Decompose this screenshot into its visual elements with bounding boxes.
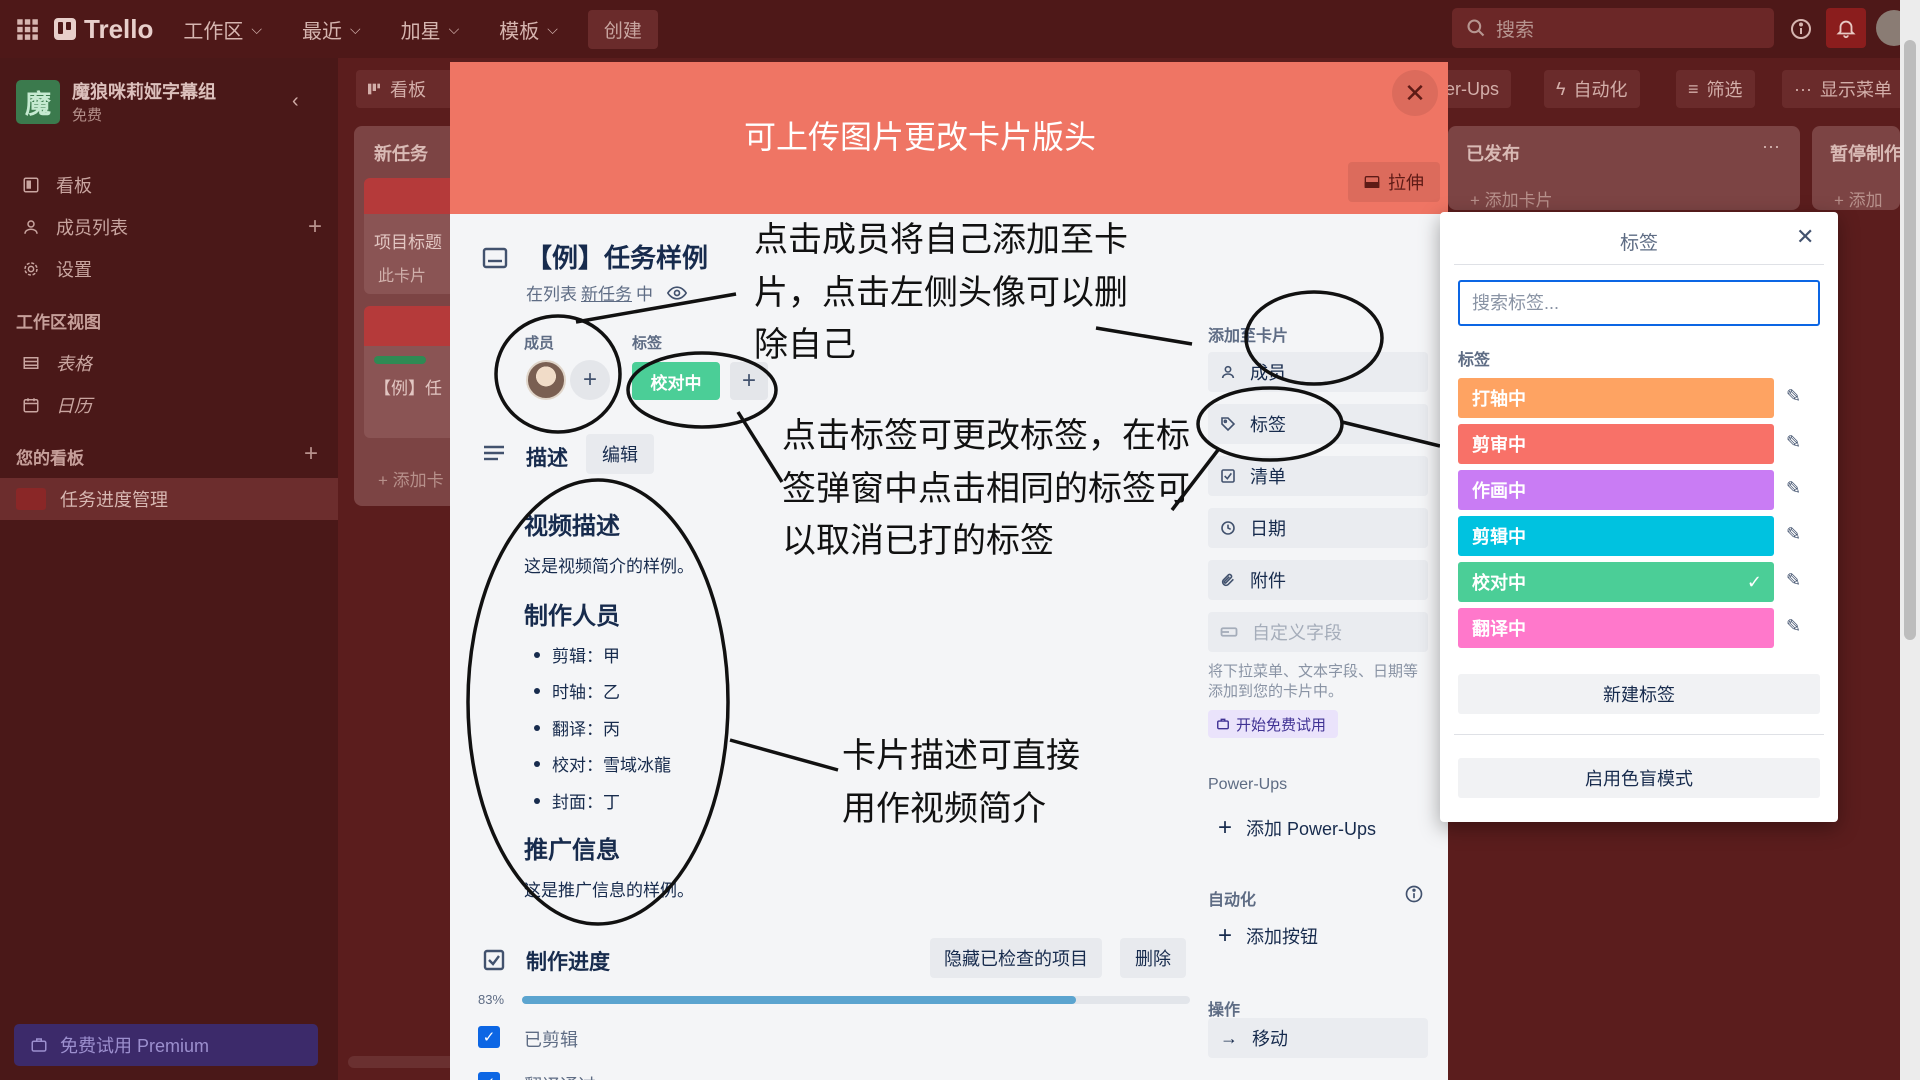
annotation-line: 卡片描述可直接	[842, 736, 1080, 776]
close-icon[interactable]: ✕	[1796, 224, 1814, 250]
label-search-input[interactable]	[1458, 280, 1820, 326]
annotation-ellipse-labels-button	[1196, 386, 1344, 462]
annotation-ellipse-members	[494, 314, 622, 434]
annotation-line: 点击标签可更改标签，在标	[782, 416, 1190, 456]
label-option-name: 翻译中	[1472, 619, 1526, 639]
pencil-icon[interactable]: ✎	[1786, 616, 1801, 637]
pencil-icon[interactable]: ✎	[1786, 432, 1801, 453]
label-option[interactable]: 校对中 ✓	[1458, 562, 1774, 602]
pencil-icon[interactable]: ✎	[1786, 524, 1801, 545]
pencil-icon[interactable]: ✎	[1786, 478, 1801, 499]
annotation-description-tip: 卡片描述可直接 用作视频简介	[842, 730, 1080, 835]
annotation-line: 除自己	[754, 325, 856, 366]
popover-title: 标签	[1619, 233, 1658, 254]
labels-section-heading: 标签	[1458, 352, 1491, 369]
colorblind-mode-button[interactable]: 启用色盲模式	[1458, 758, 1820, 798]
annotation-members-tip: 点击成员将自己添加至卡 片，点击左侧头像可以删 除自己	[754, 214, 1128, 372]
checkmark-icon: ✓	[1746, 571, 1762, 592]
scrollbar-thumb[interactable]	[1904, 40, 1916, 640]
label-option[interactable]: 翻译中	[1458, 608, 1774, 648]
label-option[interactable]: 剪审中	[1458, 424, 1774, 464]
annotation-arrow-line	[729, 738, 839, 772]
annotation-arrow-line	[736, 411, 784, 483]
label-option-name: 打轴中	[1472, 389, 1526, 409]
annotation-line: 点击成员将自己添加至卡	[754, 220, 1128, 260]
labels-popover: 标签 ✕ 标签 打轴中 ✎ 剪审中 ✎ 作画中 ✎ 剪辑中 ✎ 校对中 ✓ ✎ 翻…	[1440, 212, 1838, 822]
label-option[interactable]: 作画中	[1458, 470, 1774, 510]
label-option-name: 作画中	[1472, 481, 1526, 501]
annotation-arrow-line	[1341, 420, 1441, 448]
annotation-line: 用作视频简介	[842, 788, 1046, 829]
label-option[interactable]: 打轴中	[1458, 378, 1774, 418]
divider	[1454, 734, 1824, 735]
label-option[interactable]: 剪辑中	[1458, 516, 1774, 556]
annotation-ellipse-add-to-card	[1244, 290, 1384, 386]
annotation-ellipse-description	[466, 478, 730, 926]
annotation-line: 以取消已打的标签	[782, 521, 1054, 562]
annotation-label-tip: 点击标签可更改标签，在标 签弹窗中点击相同的标签可 以取消已打的标签	[782, 410, 1190, 568]
annotation-line: 签弹窗中点击相同的标签可	[782, 468, 1190, 509]
pencil-icon[interactable]: ✎	[1786, 570, 1801, 591]
create-label-button[interactable]: 新建标签	[1458, 674, 1820, 714]
label-option-name: 校对中	[1472, 573, 1526, 593]
label-option-name: 剪辑中	[1472, 527, 1526, 547]
label-option-name: 剪审中	[1472, 435, 1526, 455]
annotation-arrow-line	[575, 292, 737, 324]
pencil-icon[interactable]: ✎	[1786, 386, 1801, 407]
divider	[1454, 264, 1824, 265]
annotation-line: 片，点击左侧头像可以删	[754, 272, 1128, 313]
